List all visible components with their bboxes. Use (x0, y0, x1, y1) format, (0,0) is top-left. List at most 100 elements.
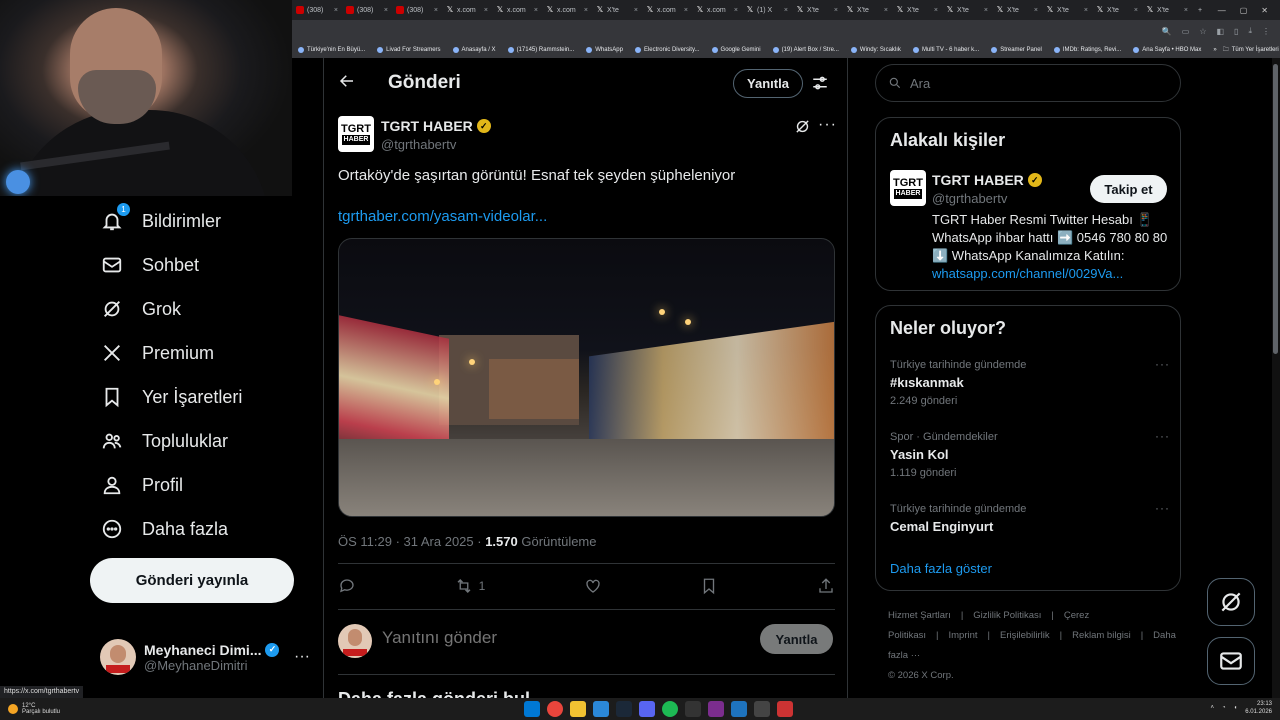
browser-menu-icon[interactable]: ⋮ (1262, 27, 1270, 36)
tab-close-icon[interactable]: × (784, 7, 788, 14)
reply-input[interactable] (382, 628, 682, 648)
edge-icon[interactable] (593, 701, 609, 717)
nav-item-notifications[interactable]: 1 Bildirimler (100, 203, 221, 236)
tab-close-icon[interactable]: × (484, 7, 488, 14)
steam-icon[interactable] (616, 701, 632, 717)
browser-tab[interactable]: 𝕏 X'te × (892, 0, 942, 20)
scrollbar-thumb[interactable] (1273, 64, 1278, 354)
zoom-icon[interactable]: 🔍 (1162, 27, 1172, 36)
tab-close-icon[interactable]: × (884, 7, 888, 14)
bookmark-item[interactable]: Google Gemini (706, 47, 767, 53)
reply-sort-button[interactable]: Yanıtla (733, 69, 803, 98)
reply-submit-button[interactable]: Yanıtla (760, 624, 833, 654)
browser-tab[interactable]: (308) × (342, 0, 392, 20)
star-icon[interactable]: ☆ (1199, 27, 1206, 36)
close-window-icon[interactable]: ✕ (1261, 6, 1268, 15)
bookmark-item[interactable]: Electronic Diversity... (629, 47, 706, 53)
tab-close-icon[interactable]: × (1034, 7, 1038, 14)
maximize-icon[interactable]: ▢ (1240, 6, 1248, 15)
nav-item-grok[interactable]: Grok (100, 294, 181, 324)
tab-close-icon[interactable]: × (384, 7, 388, 14)
share-action[interactable] (817, 577, 835, 595)
grok-icon[interactable] (794, 118, 811, 140)
tab-close-icon[interactable]: × (984, 7, 988, 14)
tab-close-icon[interactable]: × (634, 7, 638, 14)
sidepanel-icon[interactable]: ▯ (1234, 27, 1238, 36)
bookmarks-overflow-button[interactable]: » (1207, 47, 1222, 53)
app-icon[interactable] (708, 701, 724, 717)
browser-tab[interactable]: 𝕏 X'te × (1142, 0, 1192, 20)
footer-link[interactable]: Hizmet Şartları (888, 610, 951, 621)
bookmark-item[interactable]: (17145) Rammstein... (502, 47, 581, 53)
obs-icon[interactable] (685, 701, 701, 717)
bookmark-item[interactable]: Anasayfa / X (447, 47, 502, 53)
browser-tab[interactable]: 𝕏 X'te × (942, 0, 992, 20)
nav-item-more[interactable]: Daha fazla (100, 514, 228, 544)
tweet-more-icon[interactable]: ··· (818, 116, 837, 134)
browser-tab[interactable]: 𝕏 X'te × (1042, 0, 1092, 20)
bookmark-item[interactable]: WhatsApp (580, 47, 629, 53)
browser-tab[interactable]: 𝕏 X'te × (1092, 0, 1142, 20)
browser-tab[interactable]: 𝕏x.com × (642, 0, 692, 20)
trend-more-icon[interactable]: ··· (1155, 429, 1170, 443)
messages-fab[interactable] (1207, 637, 1255, 685)
footer-link[interactable]: Erişilebilirlik (1000, 630, 1050, 641)
tab-close-icon[interactable]: × (434, 7, 438, 14)
clock[interactable]: 23:13 6.01.2026 (1245, 700, 1272, 716)
post-button[interactable]: Gönderi yayınla (90, 558, 294, 603)
trend-item[interactable]: Türkiye tarihinde gündemde Cemal Enginyu… (890, 501, 1170, 534)
spotify-icon[interactable] (662, 701, 678, 717)
footer-link[interactable]: Gizlilik Politikası (973, 610, 1041, 621)
trend-item[interactable]: Spor · Gündemdekiler Yasin Kol 1.119 gön… (890, 429, 1170, 479)
bookmark-item[interactable]: Windy: Sıcaklık (845, 47, 907, 53)
nav-item-profile[interactable]: Profil (100, 470, 183, 500)
tab-close-icon[interactable]: × (684, 7, 688, 14)
network-icon[interactable]: ◔ (1222, 704, 1226, 712)
app-icon[interactable] (754, 701, 770, 717)
tab-close-icon[interactable]: × (1134, 7, 1138, 14)
bookmark-item[interactable]: Ana Sayfa • HBO Max (1127, 47, 1207, 53)
nav-item-bookmarks[interactable]: Yer İşaretleri (100, 382, 242, 412)
tweet-link[interactable]: tgrthaber.com/yasam-videolar... (338, 208, 547, 225)
bookmark-action[interactable] (700, 577, 718, 595)
windows-start-icon[interactable] (524, 701, 540, 717)
download-icon[interactable]: ⤓ (1248, 26, 1252, 36)
tweet-media-image[interactable] (338, 238, 835, 517)
browser-tab[interactable]: (308) × (392, 0, 442, 20)
tab-close-icon[interactable]: × (734, 7, 738, 14)
related-avatar[interactable]: TGRT HABER (890, 170, 926, 206)
tab-close-icon[interactable]: × (1084, 7, 1088, 14)
bookmark-item[interactable]: Streamer Panel (985, 47, 1048, 53)
like-action[interactable] (584, 577, 602, 595)
scrollbar[interactable] (1272, 58, 1280, 698)
show-more-link[interactable]: Daha fazla göster (890, 561, 992, 576)
browser-tab[interactable]: 𝕏x.com × (442, 0, 492, 20)
nav-item-communities[interactable]: Topluluklar (100, 426, 228, 456)
bookmark-item[interactable]: Multi TV - 6 haber k... (907, 47, 985, 53)
search-bar[interactable] (875, 64, 1181, 102)
browser-tab[interactable]: 𝕏 X'te × (842, 0, 892, 20)
tab-close-icon[interactable]: × (1184, 7, 1188, 14)
browser-tab[interactable]: 𝕏x.com × (542, 0, 592, 20)
tweet-author-name[interactable]: TGRT HABER ✓ (381, 118, 491, 134)
tab-close-icon[interactable]: × (834, 7, 838, 14)
browser-tab[interactable]: 𝕏x.com × (492, 0, 542, 20)
tab-close-icon[interactable]: × (584, 7, 588, 14)
cast-icon[interactable]: ▭ (1182, 27, 1190, 36)
trend-more-icon[interactable]: ··· (1155, 357, 1170, 371)
new-tab-icon[interactable]: + (1192, 7, 1208, 14)
tab-close-icon[interactable]: × (334, 7, 338, 14)
search-input[interactable] (910, 75, 1150, 91)
browser-tab[interactable]: 𝕏x.com × (692, 0, 742, 20)
account-more-icon[interactable]: ··· (294, 648, 310, 666)
app-icon[interactable] (777, 701, 793, 717)
browser-tab[interactable]: 𝕏 X'te × (792, 0, 842, 20)
weather-widget[interactable]: 12°C Parçalı bulutlu (0, 703, 200, 715)
follow-button[interactable]: Takip et (1090, 175, 1167, 203)
footer-link[interactable]: Imprint (948, 630, 977, 641)
grok-fab[interactable] (1207, 578, 1255, 626)
minimize-icon[interactable]: — (1218, 6, 1226, 15)
related-bio-link[interactable]: whatsapp.com/channel/0029Va... (932, 266, 1123, 281)
all-bookmarks-button[interactable]: 🗀 Tüm Yer İşaretleri (1223, 45, 1280, 55)
tab-close-icon[interactable]: × (934, 7, 938, 14)
